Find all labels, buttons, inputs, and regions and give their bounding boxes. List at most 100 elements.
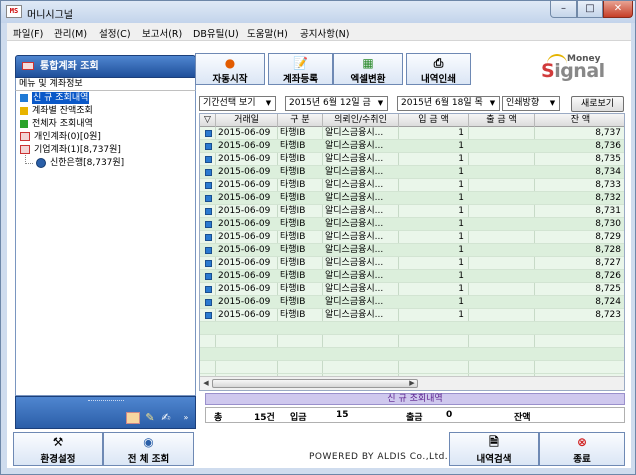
exit-button[interactable]: ⊗ 종료 (539, 432, 625, 466)
table-row[interactable]: 2015-06-09 타행IB 알디스금융시... 1 8,723 (200, 309, 624, 322)
table-cell: 타행IB (280, 310, 306, 320)
menu-settings[interactable]: 설정(C) (99, 26, 131, 40)
table-cell (470, 218, 532, 231)
table-row[interactable]: 2015-06-09 타행IB 알디스금융시... 1 8,737 (200, 127, 624, 140)
table-cell: 타행IB (280, 193, 306, 203)
exit-label: 종료 (573, 454, 591, 465)
scroll-left-icon[interactable]: ◀ (201, 378, 211, 389)
table-cell: 8,735 (595, 154, 621, 164)
tree-item-label: 전체자 조회내역 (32, 119, 93, 129)
table-cell: 알디스금융시... (325, 206, 384, 216)
table-row[interactable]: 2015-06-09 타행IB 알디스금융시... 1 8,732 (200, 192, 624, 205)
table-cell (470, 270, 532, 283)
collapse-icon[interactable]: » (179, 412, 193, 424)
card-icon (20, 132, 30, 141)
column-withdraw[interactable]: 출 금 액 (469, 114, 535, 127)
edit-doc-icon[interactable]: ✍ (159, 412, 173, 424)
menu-file[interactable]: 파일(F) (13, 26, 43, 40)
date-from-picker[interactable]: 2015년 6월 12일 금 ▼ (285, 96, 388, 111)
search-history-button[interactable]: 🗎 내역검색 (449, 432, 539, 466)
table-row[interactable]: 2015-06-09 타행IB 알디스금융시... 1 8,734 (200, 166, 624, 179)
footer-credit: POWERED BY ALDIS Co.,Ltd. (309, 452, 449, 462)
row-marker-icon (205, 299, 212, 306)
row-marker-icon (205, 234, 212, 241)
table-cell: 알디스금융시... (325, 128, 384, 138)
table-cell: 1 (458, 232, 464, 242)
row-marker-icon (205, 169, 212, 176)
column-party[interactable]: 의뢰인/수취인 (323, 114, 399, 127)
table-cell: 알디스금융시... (325, 284, 384, 294)
printer-icon: ⎙ (433, 56, 444, 70)
table-cell (470, 127, 532, 140)
wallet-icon[interactable] (126, 412, 140, 424)
menu-manage[interactable]: 관리(M) (54, 26, 87, 40)
table-row[interactable]: 2015-06-09 타행IB 알디스금융시... 1 8,725 (200, 283, 624, 296)
table-cell: 알디스금융시... (325, 180, 384, 190)
table-cell: 1 (458, 206, 464, 216)
period-value: 기간선택 보기 (203, 98, 256, 108)
table-row[interactable]: 2015-06-09 타행IB 알디스금융시... 1 8,735 (200, 153, 624, 166)
table-cell: 1 (458, 245, 464, 255)
yellow-square-icon (20, 107, 28, 115)
scroll-thumb[interactable] (212, 379, 418, 388)
table-row[interactable]: 2015-06-09 타행IB 알디스금융시... 1 8,728 (200, 244, 624, 257)
table-row[interactable]: 2015-06-09 타행IB 알디스금융시... 1 8,731 (200, 205, 624, 218)
table-row[interactable]: 2015-06-09 타행IB 알디스금융시... 1 8,726 (200, 270, 624, 283)
excel-icon: ▦ (362, 56, 374, 70)
date-to-picker[interactable]: 2015년 6월 18일 목 ▼ (397, 96, 500, 111)
tree-item-label: 신한은행[8,737원] (50, 158, 125, 168)
table-cell: 2015-06-09 (218, 232, 271, 242)
table-row[interactable]: 2015-06-09 타행IB 알디스금융시... 1 8,729 (200, 231, 624, 244)
search-history-label: 내역검색 (476, 454, 512, 465)
maximize-button[interactable]: □ (577, 1, 603, 18)
column-deposit[interactable]: 입 금 액 (399, 114, 469, 127)
minimize-button[interactable]: – (550, 1, 577, 18)
menu-help[interactable]: 도움말(H) (247, 26, 288, 40)
sort-toggle[interactable]: ▽ (200, 114, 216, 127)
table-row[interactable]: 2015-06-09 타행IB 알디스금융시... 1 8,727 (200, 257, 624, 270)
table-row[interactable]: 2015-06-09 타행IB 알디스금융시... 1 8,733 (200, 179, 624, 192)
table-cell (470, 244, 532, 257)
row-marker-icon (205, 195, 212, 202)
table-cell: 8,732 (595, 193, 621, 203)
period-select[interactable]: 기간선택 보기 ▼ (199, 96, 276, 111)
table-cell: 1 (458, 128, 464, 138)
tree-item-label: 개인계좌(0)[0원] (34, 132, 101, 142)
menu-dbutil[interactable]: DB유틸(U) (193, 26, 239, 40)
row-marker-icon (205, 143, 212, 150)
title-bar[interactable]: MS 머니시그널 – □ ✕ (1, 1, 635, 23)
column-type[interactable]: 구 분 (278, 114, 323, 127)
table-row[interactable]: 2015-06-09 타행IB 알디스금융시... 1 8,736 (200, 140, 624, 153)
menu-report[interactable]: 보고서(R) (142, 26, 182, 40)
table-cell: 1 (458, 284, 464, 294)
table-cell: 2015-06-09 (218, 154, 271, 164)
full-view-button[interactable]: ◉ 전 체 조회 (103, 432, 194, 466)
column-date[interactable]: 거래일 (216, 114, 278, 127)
table-cell: 알디스금융시... (325, 258, 384, 268)
print-button[interactable]: ⎙ 내역인쇄 (406, 53, 471, 85)
refresh-button[interactable]: 새로보기 (571, 96, 624, 112)
deposit-label: 입금 (290, 413, 307, 423)
table-row[interactable]: 2015-06-09 타행IB 알디스금융시... 1 8,724 (200, 296, 624, 309)
app-window: MS 머니시그널 – □ ✕ 파일(F) 관리(M) 설정(C) 보고서(R) … (0, 0, 636, 475)
excel-export-button[interactable]: ▦ 엑셀변환 (333, 53, 403, 85)
table-row[interactable]: 2015-06-09 타행IB 알디스금융시... 1 8,730 (200, 218, 624, 231)
table-cell (470, 231, 532, 244)
table-cell: 1 (458, 141, 464, 151)
scroll-right-icon[interactable]: ▶ (407, 378, 417, 389)
row-marker-icon (205, 130, 212, 137)
print-direction-select[interactable]: 인쇄방향 ▼ (502, 96, 560, 111)
column-balance[interactable]: 잔 액 (535, 114, 624, 127)
menu-notice[interactable]: 공지사항(N) (300, 26, 349, 40)
table-cell: 1 (458, 258, 464, 268)
splitter-grip[interactable] (88, 400, 124, 402)
table-cell (470, 192, 532, 205)
account-register-button[interactable]: 📝 계좌등록 (268, 53, 333, 85)
close-button[interactable]: ✕ (603, 1, 633, 18)
pencil-icon[interactable]: ✎ (143, 412, 157, 424)
empty-row (200, 348, 624, 361)
settings-button[interactable]: ⚒ 환경설정 (13, 432, 103, 466)
auto-start-button[interactable]: ● 자동시작 (195, 53, 265, 85)
horizontal-scrollbar[interactable]: ◀ ▶ (200, 376, 624, 390)
table-cell (470, 140, 532, 153)
